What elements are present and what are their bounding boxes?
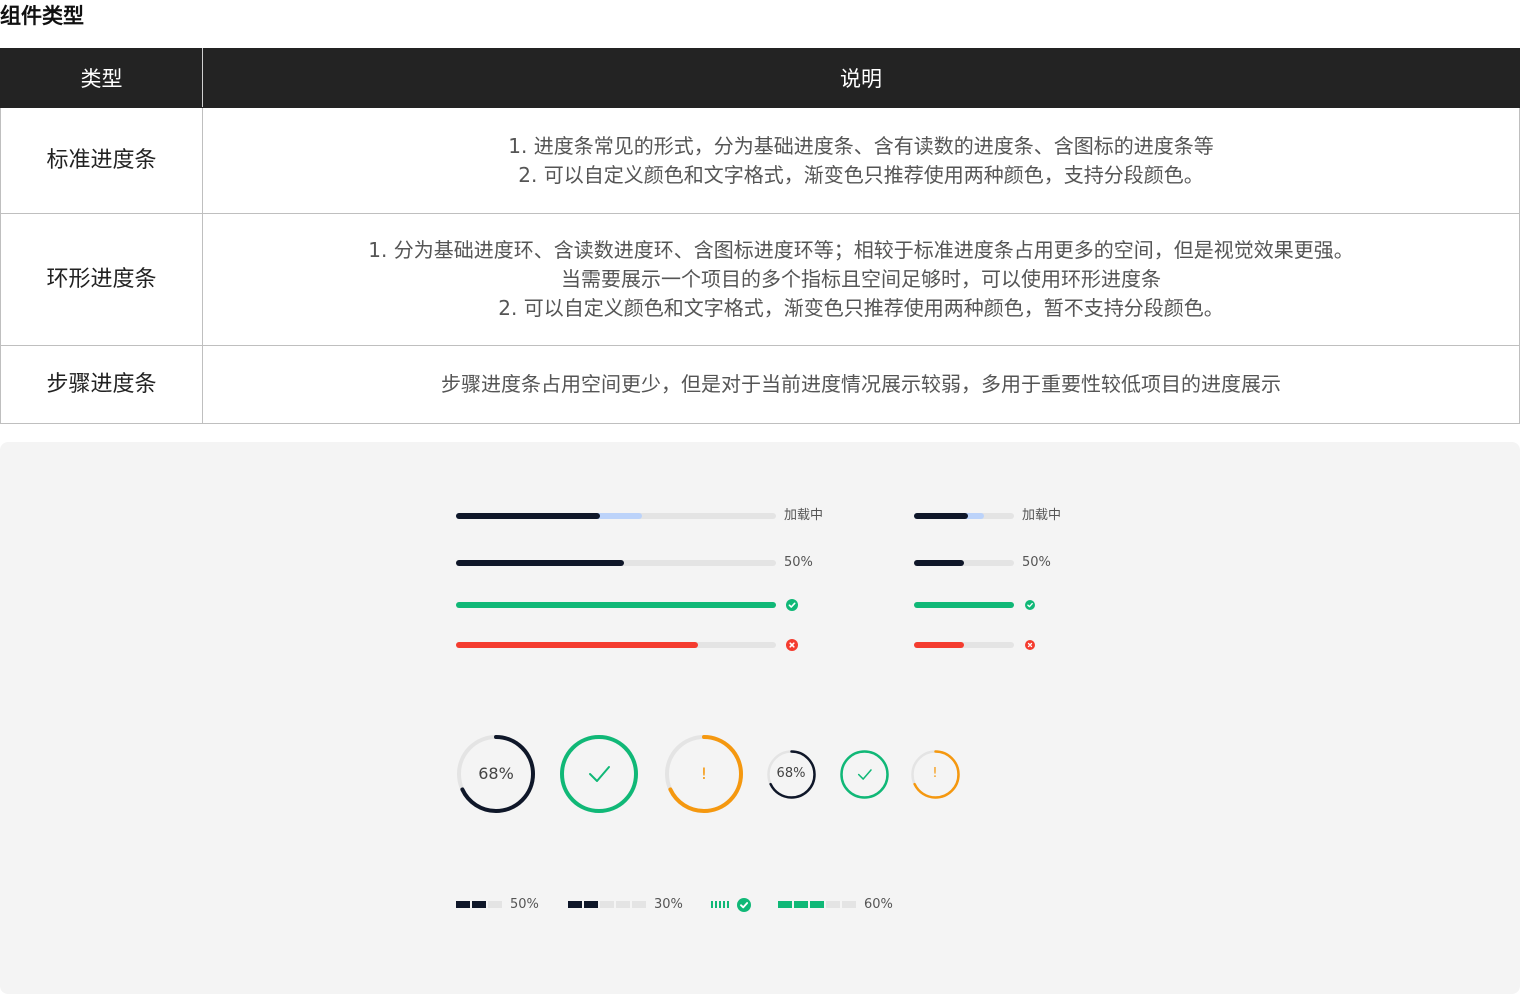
table-row: 环形进度条 1. 分为基础进度环、含读数进度环、含图标进度环等；相较于标准进度条…	[0, 213, 1520, 346]
header-description: 说明	[202, 48, 1520, 108]
step-segment	[715, 901, 717, 908]
step-segment	[584, 901, 598, 908]
description-cell: 步骤进度条占用空间更少，但是对于当前进度情况展示较弱，多用于重要性较低项目的进度…	[202, 345, 1520, 424]
description-line: 步骤进度条占用空间更少，但是对于当前进度情况展示较弱，多用于重要性较低项目的进度…	[441, 372, 1281, 396]
progress-label: 加载中	[1022, 508, 1062, 523]
check-icon	[857, 768, 872, 780]
step-segment	[472, 901, 486, 908]
step-segment	[600, 901, 614, 908]
step-segment	[488, 901, 502, 908]
progress-fill	[914, 560, 964, 566]
ring-label: 68%	[478, 764, 514, 783]
step-segment	[794, 901, 808, 908]
check-circle-icon	[786, 599, 798, 611]
table-header-row: 类型 说明	[0, 48, 1520, 108]
step-segment	[616, 901, 630, 908]
section-title: 组件类型	[0, 4, 84, 28]
ring-label: 68%	[776, 766, 806, 781]
progress-ring	[560, 735, 638, 813]
step-segment	[778, 901, 792, 908]
progress-demo-panel: 加载中 50% 加载中 50% 68%! 68%! 50% 30% 60%	[0, 442, 1520, 994]
progress-label: 50%	[1022, 555, 1051, 570]
small-progress-bar	[914, 602, 1014, 608]
progress-fill	[456, 560, 624, 566]
progress-fill	[914, 602, 1014, 608]
progress-label: 加载中	[784, 508, 824, 523]
type-cell: 步骤进度条	[0, 345, 203, 424]
step-segment	[723, 901, 725, 908]
step-label: 30%	[654, 897, 683, 912]
type-cell: 环形进度条	[0, 213, 203, 346]
description-line: 1. 进度条常见的形式，分为基础进度条、含有读数的进度条、含图标的进度条等	[508, 133, 1214, 158]
progress-label: 50%	[784, 555, 813, 570]
step-segment	[719, 901, 721, 908]
check-icon	[589, 766, 610, 782]
step-segment	[826, 901, 840, 908]
progress-fill	[456, 642, 698, 648]
large-progress-bar	[456, 513, 776, 519]
step-segment	[810, 901, 824, 908]
type-cell: 标准进度条	[0, 107, 203, 214]
large-progress-bar	[456, 642, 776, 648]
step-segment	[711, 901, 713, 908]
table-row: 步骤进度条 步骤进度条占用空间更少，但是对于当前进度情况展示较弱，多用于重要性较…	[0, 345, 1520, 424]
component-types-table: 类型 说明 标准进度条 1. 进度条常见的形式，分为基础进度条、含有读数的进度条…	[0, 48, 1520, 424]
progress-fill	[914, 513, 968, 519]
check-circle-icon	[737, 898, 751, 912]
small-progress-bar	[914, 642, 1014, 648]
warning-icon: !	[932, 766, 938, 781]
step-segment	[727, 901, 729, 908]
progress-ring	[839, 749, 889, 799]
step-label: 50%	[510, 897, 539, 912]
header-type: 类型	[0, 48, 203, 108]
error-circle-icon	[1025, 640, 1035, 650]
small-progress-bar	[914, 560, 1014, 566]
warning-icon: !	[700, 764, 708, 783]
description-line: 2. 可以自定义颜色和文字格式，渐变色只推荐使用两种颜色，支持分段颜色。	[518, 162, 1204, 187]
description-cell: 1. 进度条常见的形式，分为基础进度条、含有读数的进度条、含图标的进度条等 2.…	[202, 107, 1520, 214]
check-circle-icon	[1025, 600, 1035, 610]
small-progress-bar	[914, 513, 1014, 519]
progress-fill	[456, 513, 600, 519]
description-line: 2. 可以自定义颜色和文字格式，渐变色只推荐使用两种颜色，暂不支持分段颜色。	[498, 296, 1224, 320]
step-segment	[568, 901, 582, 908]
step-segment	[632, 901, 646, 908]
table-row: 标准进度条 1. 进度条常见的形式，分为基础进度条、含有读数的进度条、含图标的进…	[0, 107, 1520, 214]
progress-fill	[914, 642, 964, 648]
large-progress-bar	[456, 560, 776, 566]
step-segment	[456, 901, 470, 908]
large-progress-bar	[456, 602, 776, 608]
step-label: 60%	[864, 897, 893, 912]
description-line: 1. 分为基础进度环、含读数进度环、含图标进度环等；相较于标准进度条占用更多的空…	[368, 238, 1354, 262]
progress-fill	[456, 602, 776, 608]
description-line: 当需要展示一个项目的多个指标且空间足够时，可以使用环形进度条	[561, 267, 1161, 291]
error-circle-icon	[786, 639, 798, 651]
step-segment	[842, 901, 856, 908]
description-cell: 1. 分为基础进度环、含读数进度环、含图标进度环等；相较于标准进度条占用更多的空…	[202, 213, 1520, 346]
